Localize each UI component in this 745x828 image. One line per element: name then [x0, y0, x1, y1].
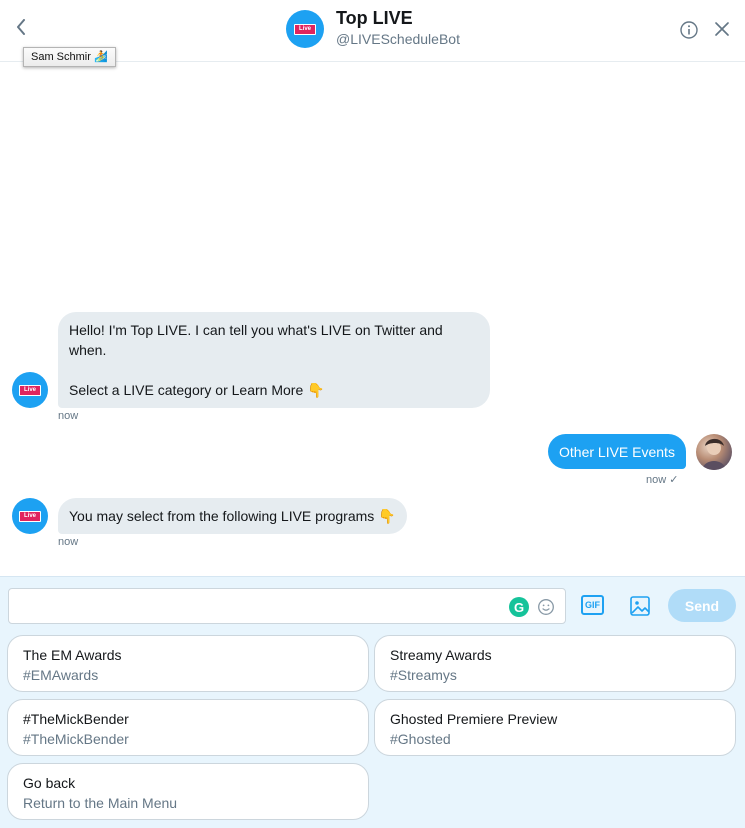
- gif-button[interactable]: GIF: [581, 595, 604, 615]
- message-text: Hello! I'm Top LIVE. I can tell you what…: [69, 322, 443, 338]
- close-icon: [715, 22, 729, 36]
- quick-reply-label: Ghosted Premiere Preview: [390, 711, 558, 727]
- quick-reply-option[interactable]: Go back Return to the Main Menu: [7, 763, 369, 820]
- message-input-box[interactable]: G: [8, 588, 566, 624]
- conversation-handle[interactable]: @LIVEScheduleBot: [336, 31, 460, 47]
- bot-avatar[interactable]: Live: [286, 10, 324, 48]
- quick-reply-description: #Streamys: [390, 667, 457, 683]
- composer-area: G GIF Send The EM Awards #EMAwards Strea…: [0, 576, 745, 828]
- quick-reply-label: Go back: [23, 775, 76, 791]
- quick-reply-label: The EM Awards: [23, 647, 122, 663]
- quick-reply-option[interactable]: Ghosted Premiere Preview #Ghosted: [374, 699, 736, 756]
- quick-reply-description: Return to the Main Menu: [23, 795, 178, 811]
- quick-reply-description: #EMAwards: [23, 667, 99, 683]
- gif-icon: GIF: [585, 600, 600, 610]
- message-bubble-incoming: You may select from the following LIVE p…: [58, 498, 407, 534]
- info-icon: [680, 21, 698, 39]
- user-photo: [702, 438, 726, 470]
- back-button[interactable]: [10, 16, 32, 38]
- quick-reply-option[interactable]: The EM Awards #EMAwards: [7, 635, 369, 692]
- message-timestamp: now ✓: [646, 474, 679, 486]
- user-name-tooltip: Sam Schmir 🏄: [23, 47, 116, 67]
- message-timestamp: now: [58, 410, 79, 422]
- quick-reply-label: #TheMickBender: [23, 711, 129, 727]
- quick-reply-label: Streamy Awards: [390, 647, 492, 663]
- message-text: Select a LIVE category or Learn More 👇: [69, 382, 325, 398]
- quick-reply-description: #TheMickBender: [23, 731, 129, 747]
- bot-message-avatar[interactable]: Live: [12, 498, 48, 534]
- emoji-icon: [538, 599, 554, 615]
- send-button[interactable]: Send: [668, 589, 736, 622]
- quick-reply-description: #Ghosted: [390, 731, 451, 747]
- grammarly-icon[interactable]: G: [509, 597, 529, 617]
- image-icon: [630, 596, 650, 616]
- quick-reply-option[interactable]: Streamy Awards #Streamys: [374, 635, 736, 692]
- live-badge: Live: [18, 384, 41, 396]
- media-button[interactable]: [629, 595, 651, 617]
- message-bubble-incoming: Hello! I'm Top LIVE. I can tell you what…: [58, 312, 490, 408]
- info-button[interactable]: [679, 20, 699, 40]
- bot-message-avatar[interactable]: Live: [12, 372, 48, 408]
- live-badge: Live: [293, 23, 316, 35]
- quick-reply-option[interactable]: #TheMickBender #TheMickBender: [7, 699, 369, 756]
- user-avatar[interactable]: [696, 434, 732, 470]
- live-badge: Live: [18, 510, 41, 522]
- close-button[interactable]: [713, 20, 731, 38]
- message-bubble-outgoing: Other LIVE Events: [548, 434, 686, 469]
- conversation-title[interactable]: Top LIVE: [336, 8, 413, 29]
- message-input[interactable]: [19, 589, 499, 621]
- message-text: when.: [69, 342, 107, 358]
- emoji-button[interactable]: [537, 598, 555, 616]
- message-timestamp: now: [58, 536, 79, 548]
- chevron-left-icon: [17, 19, 25, 35]
